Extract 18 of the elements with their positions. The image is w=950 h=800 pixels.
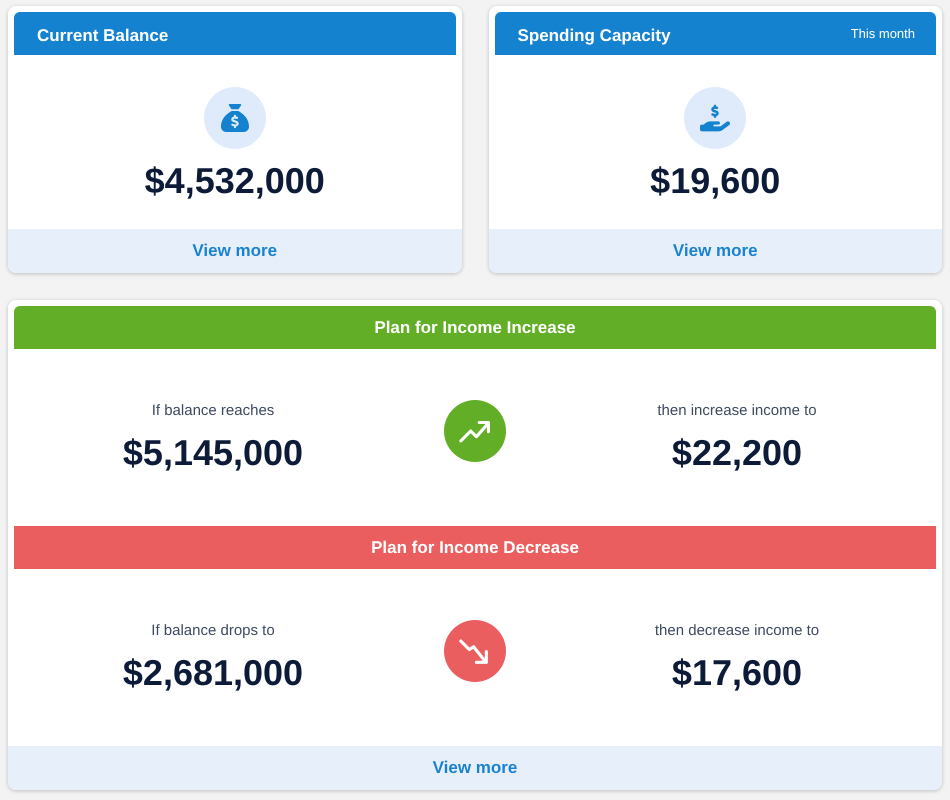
card-title: Current Balance bbox=[37, 25, 168, 47]
action-amount: $17,600 bbox=[672, 650, 802, 695]
condition-label: If balance reaches bbox=[152, 401, 274, 422]
condition-label: If balance drops to bbox=[151, 621, 275, 642]
view-more-link[interactable]: View more bbox=[8, 746, 942, 790]
action-label: then increase income to bbox=[657, 401, 817, 422]
plan-title: Plan for Income Increase bbox=[374, 316, 576, 339]
card-title: Spending Capacity bbox=[518, 25, 671, 47]
amount-value: $19,600 bbox=[650, 159, 780, 203]
action-label: then decrease income to bbox=[654, 621, 820, 642]
condition-amount: $5,145,000 bbox=[122, 430, 304, 475]
condition-amount: $2,681,000 bbox=[122, 650, 304, 695]
view-more-link[interactable]: View more bbox=[8, 229, 462, 273]
view-more-link[interactable]: View more bbox=[488, 229, 942, 273]
amount-value: $4,532,000 bbox=[144, 159, 325, 203]
action-amount: $22,200 bbox=[672, 430, 802, 475]
period-label: This month bbox=[850, 25, 915, 43]
plan-title: Plan for Income Decrease bbox=[371, 536, 579, 559]
